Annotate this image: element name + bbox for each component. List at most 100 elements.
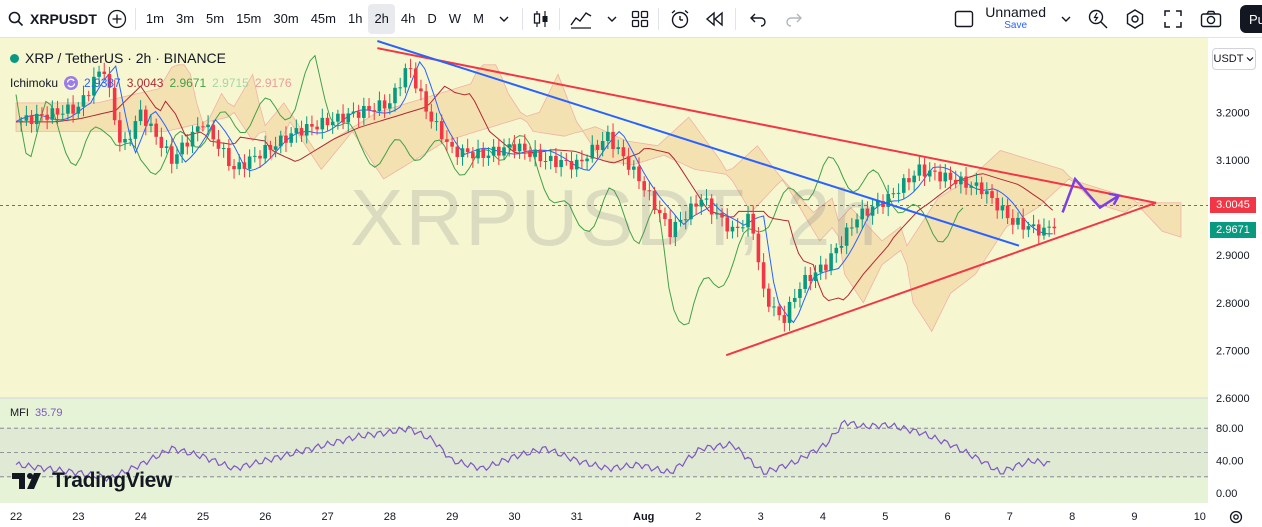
rewind-icon (705, 10, 723, 27)
candle-body (772, 306, 776, 308)
chart-canvas[interactable]: 3.30003.20003.10003.00002.90002.80002.70… (0, 38, 1262, 527)
candle-body (637, 166, 641, 182)
time-axis-label: 26 (259, 511, 271, 523)
time-axis-label: 5 (882, 511, 888, 523)
ichimoku-value: 2.9176 (254, 76, 292, 90)
layout-name-button[interactable]: Unnamed Save (979, 4, 1052, 34)
time-axis-settings-button[interactable] (1226, 508, 1246, 526)
interval-dropdown-button[interactable] (490, 4, 518, 34)
redo-button[interactable] (776, 4, 812, 34)
candle-body (808, 274, 813, 282)
indicators-button[interactable] (564, 4, 598, 34)
candle-body (315, 126, 319, 130)
candle-body (725, 217, 730, 232)
tradingview-logo-text: TradingView (52, 469, 173, 492)
publish-button[interactable]: Pu (1240, 5, 1262, 33)
mfi-axis-label: 0.00 (1216, 488, 1237, 500)
ichimoku-value: 2.9715 (212, 76, 249, 90)
candle-body (237, 162, 242, 170)
layout-dropdown-button[interactable] (1052, 4, 1080, 34)
undo-button[interactable] (740, 4, 776, 34)
sync-icon[interactable] (63, 75, 79, 91)
settings-button[interactable] (1116, 4, 1154, 34)
fullscreen-button[interactable] (1154, 4, 1192, 34)
interval-3m[interactable]: 3m (170, 4, 200, 34)
snapshot-button[interactable] (1192, 4, 1230, 34)
candle-body (979, 182, 984, 195)
candle-body (953, 179, 958, 185)
candle-body (528, 150, 532, 157)
candle-body (268, 144, 273, 150)
alert-button[interactable] (663, 4, 697, 34)
time-axis-label: 2 (695, 511, 701, 523)
interval-1m[interactable]: 1m (140, 4, 170, 34)
interval-W[interactable]: W (443, 4, 467, 34)
mfi-axis-label: 40.00 (1216, 456, 1244, 468)
candle-body (652, 190, 657, 211)
search-bolt-icon (1088, 9, 1108, 28)
candle-body (424, 91, 428, 112)
candle-body (995, 197, 1000, 211)
layout-toggle-button[interactable] (949, 4, 979, 34)
candle-body (917, 164, 922, 176)
candle-body (341, 113, 345, 123)
candle-body (393, 87, 397, 104)
time-axis-label: 8 (1069, 511, 1075, 523)
market-status-dot (10, 53, 19, 63)
candle-body (990, 191, 994, 198)
candle-body (40, 113, 44, 115)
candle-body (844, 227, 849, 246)
time-axis-label: 3 (758, 511, 764, 523)
indicators-dropdown-button[interactable] (598, 4, 626, 34)
candle-body (860, 208, 865, 220)
candle-body (803, 274, 807, 289)
interval-D[interactable]: D (421, 4, 442, 34)
candle-body (901, 178, 906, 193)
interval-5m[interactable]: 5m (200, 4, 230, 34)
candle-body (66, 104, 70, 114)
candle-body (465, 148, 470, 153)
replay-button[interactable] (697, 4, 731, 34)
candle-body (538, 149, 543, 162)
candle-body (180, 142, 184, 155)
divider (734, 7, 736, 30)
candle-body (896, 192, 901, 194)
quick-search-button[interactable] (1080, 4, 1116, 34)
candle-body (870, 206, 875, 216)
mfi-legend[interactable]: MFI 35.79 (10, 407, 62, 419)
candle-body (289, 133, 293, 143)
currency-selector[interactable]: USDT (1212, 48, 1256, 70)
candle-body (616, 147, 621, 150)
templates-button[interactable] (626, 4, 654, 34)
interval-15m[interactable]: 15m (230, 4, 267, 34)
candle-body (169, 146, 174, 164)
compare-symbol-button[interactable] (103, 4, 131, 34)
symbol-search-button[interactable]: XRPUSDT (0, 4, 103, 34)
candle-body (278, 135, 283, 147)
interval-45m[interactable]: 45m (305, 4, 342, 34)
candle-body (320, 117, 325, 130)
chart-type-button[interactable] (527, 4, 555, 34)
candle-body (133, 121, 138, 139)
candle-body (76, 106, 81, 114)
tradingview-logo[interactable]: TradingView (12, 469, 172, 493)
last-price-tag: 3.0045 (1210, 197, 1256, 214)
interval-M[interactable]: M (467, 4, 490, 34)
ichimoku-value: 2.9671 (169, 76, 207, 90)
candle-body (1031, 224, 1036, 227)
interval-1h[interactable]: 1h (342, 4, 368, 34)
chevron-down-icon (1247, 57, 1254, 62)
candle-body (1000, 205, 1005, 211)
candle-body (1005, 205, 1010, 219)
gear-icon (1229, 510, 1243, 524)
interval-2h[interactable]: 2h (368, 3, 395, 34)
square-icon (955, 10, 974, 27)
candle-body (741, 227, 745, 229)
chevron-down-icon (607, 16, 617, 22)
candle-body (554, 155, 558, 168)
interval-4h[interactable]: 4h (395, 4, 421, 34)
interval-30m[interactable]: 30m (267, 4, 304, 34)
candle-body (782, 315, 787, 323)
candle-body (398, 87, 402, 89)
ichimoku-legend[interactable]: Ichimoku 2.9387 3.0043 2.9671 2.9715 2.9176 (10, 75, 292, 91)
